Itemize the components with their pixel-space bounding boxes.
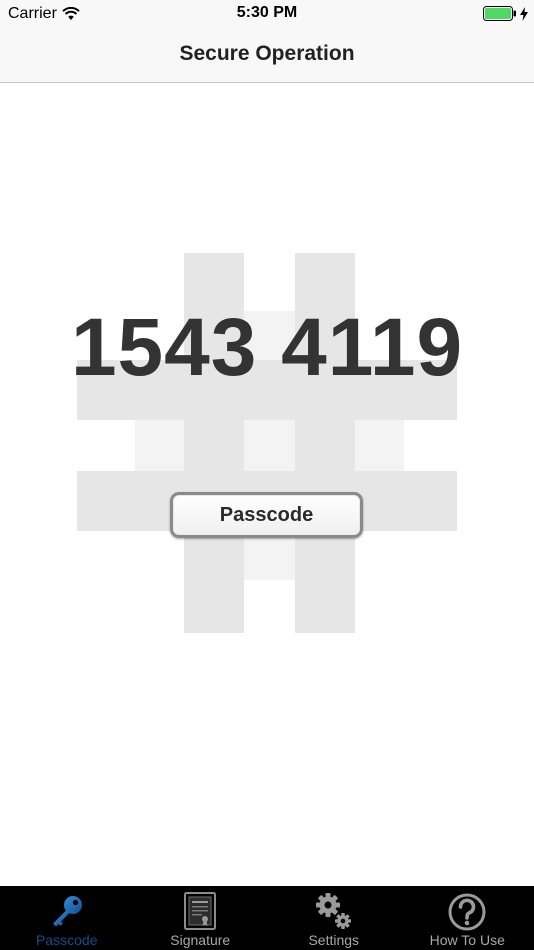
status-right [483, 6, 528, 21]
tab-label: How To Use [429, 932, 505, 948]
status-bar: Carrier 5:30 PM [0, 0, 534, 28]
app-screen: Carrier 5:30 PM Secure Operation 1543 41… [0, 0, 534, 950]
tab-label: Settings [308, 932, 360, 948]
main-content: 1543 4119 Passcode [0, 83, 534, 886]
battery-icon [483, 6, 516, 21]
tab-settings[interactable]: Settings [267, 886, 401, 950]
tab-label: Passcode [36, 932, 98, 948]
passcode-value: 1543 4119 [70, 302, 464, 393]
certificate-icon [184, 892, 217, 930]
tab-signature[interactable]: Signature [134, 886, 268, 950]
tab-passcode[interactable]: Passcode [0, 886, 134, 950]
tab-label: Signature [170, 932, 231, 948]
tab-how-to-use[interactable]: How To Use [401, 886, 534, 950]
key-icon [52, 896, 82, 927]
generate-passcode-button[interactable]: Passcode [170, 492, 363, 538]
tab-bar: Passcode Signature Settings How To Use [0, 886, 534, 950]
question-icon [448, 893, 486, 931]
navigation-bar: Secure Operation [0, 28, 534, 83]
gear-icon [315, 893, 351, 929]
charging-bolt-icon [520, 6, 528, 21]
page-title: Secure Operation [179, 42, 355, 65]
status-time: 5:30 PM [236, 4, 298, 21]
